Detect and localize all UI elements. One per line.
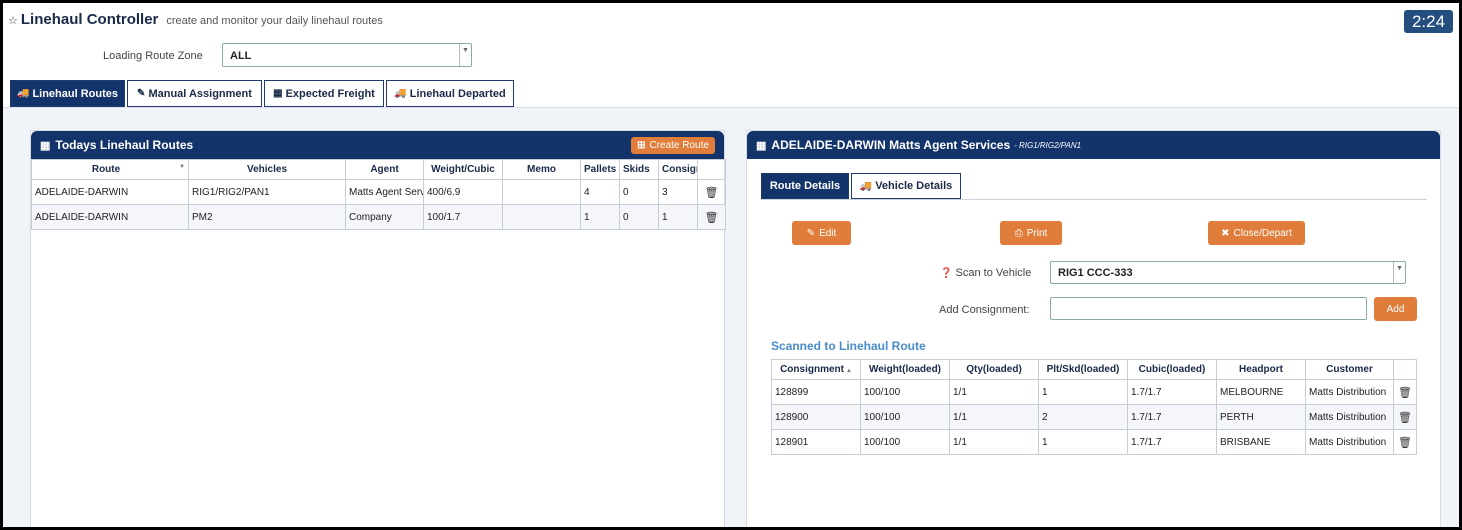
col-pallets[interactable]: Pallets: [580, 159, 620, 180]
table-icon: ▦: [756, 139, 767, 152]
truck-icon: 🚚: [859, 180, 873, 192]
col-route[interactable]: Route ▼: [31, 159, 189, 180]
trash-icon[interactable]: 🗑: [1393, 379, 1417, 405]
page-header: ☆ Linehaul Controller create and monitor…: [8, 11, 383, 28]
detail-panel-subtitle: - RIG1/RIG2/PAN1: [1014, 140, 1082, 150]
scan-vehicle-value: RIG1 CCC-333: [1058, 267, 1133, 279]
col-weight-loaded[interactable]: Weight(loaded): [860, 359, 950, 380]
app-window: ☆ Linehaul Controller create and monitor…: [3, 3, 1459, 527]
routes-panel-title: Todays Linehaul Routes: [55, 138, 194, 152]
col-customer[interactable]: Customer: [1305, 359, 1394, 380]
col-plt-skd-loaded[interactable]: Plt/Skd(loaded): [1038, 359, 1128, 380]
plus-icon: ⊞: [637, 140, 646, 151]
table-row[interactable]: ADELAIDE-DARWIN PM2 Company 100/1.7 1 0 …: [31, 204, 726, 230]
trash-icon[interactable]: 🗑: [697, 179, 726, 205]
col-weight-cubic[interactable]: Weight/Cubic: [423, 159, 503, 180]
zone-select[interactable]: ALL ▼: [222, 43, 472, 67]
tab-linehaul-routes[interactable]: 🚚 Linehaul Routes: [10, 80, 125, 107]
page-subtitle: create and monitor your daily linehaul r…: [166, 15, 383, 27]
truck-icon: 🚚: [394, 88, 407, 99]
tab-vehicle-details[interactable]: 🚚 Vehicle Details: [851, 173, 961, 199]
table-row[interactable]: 128899 100/100 1/1 1 1.7/1.7 MELBOURNE M…: [771, 379, 1417, 405]
tab-linehaul-departed[interactable]: 🚚 Linehaul Departed: [386, 80, 514, 107]
main-tabs: 🚚 Linehaul Routes ✎ Manual Assignment ▦ …: [10, 80, 516, 107]
scanned-section-title: Scanned to Linehaul Route: [771, 339, 926, 353]
sort-icon[interactable]: ▼: [179, 164, 185, 170]
scanned-table: Consignment ▲ Weight(loaded) Qty(loaded) …: [771, 359, 1417, 455]
col-actions: [697, 159, 726, 180]
page-title: Linehaul Controller: [20, 11, 159, 28]
edit-button[interactable]: ✎ Edit: [792, 221, 851, 245]
routes-table: Route ▼ Vehicles Agent Weight/Cubic Memo …: [31, 159, 726, 230]
star-icon[interactable]: ☆: [8, 14, 18, 27]
tab-manual-assignment[interactable]: ✎ Manual Assignment: [127, 80, 262, 107]
tab-divider: [761, 199, 1427, 200]
col-consignments[interactable]: Consignments: [658, 159, 698, 180]
truck-icon: 🚚: [16, 88, 30, 99]
col-actions: [1393, 359, 1417, 380]
col-vehicles[interactable]: Vehicles: [188, 159, 346, 180]
col-memo[interactable]: Memo: [502, 159, 581, 180]
table-row[interactable]: 128901 100/100 1/1 1 1.7/1.7 BRISBANE Ma…: [771, 429, 1417, 455]
col-consignment[interactable]: Consignment ▲: [771, 359, 861, 380]
zone-label: Loading Route Zone: [103, 50, 203, 62]
table-row[interactable]: ADELAIDE-DARWIN RIG1/RIG2/PAN1 Matts Age…: [31, 179, 726, 205]
col-qty-loaded[interactable]: Qty(loaded): [949, 359, 1039, 380]
create-route-button[interactable]: ⊞ Create Route: [631, 137, 715, 154]
edit-icon: ✎: [137, 88, 146, 99]
sort-icon[interactable]: ▲: [846, 368, 852, 374]
calendar-icon: ▦: [273, 88, 283, 99]
routes-panel-header: ▦ Todays Linehaul Routes: [31, 131, 724, 159]
trash-icon[interactable]: 🗑: [1393, 404, 1417, 430]
detail-tabs: Route Details 🚚 Vehicle Details: [761, 173, 963, 199]
work-area: ▦ Todays Linehaul Routes ⊞ Create Route …: [3, 107, 1459, 527]
printer-icon: ⎙: [1014, 227, 1023, 239]
zone-select-value: ALL: [230, 50, 252, 62]
detail-panel-title: ADELAIDE-DARWIN Matts Agent Services: [771, 138, 1011, 152]
scan-label: ❓ Scan to Vehicle: [940, 267, 1032, 279]
col-agent[interactable]: Agent: [345, 159, 424, 180]
col-headport[interactable]: Headport: [1216, 359, 1306, 380]
table-icon: ▦: [40, 139, 51, 152]
top-bar: ☆ Linehaul Controller create and monitor…: [3, 3, 1459, 107]
close-depart-button[interactable]: ✖ Close/Depart: [1208, 221, 1305, 245]
edit-icon: ✎: [806, 227, 816, 239]
clock-badge: 2:24: [1404, 10, 1453, 33]
col-cubic-loaded[interactable]: Cubic(loaded): [1127, 359, 1217, 380]
table-row[interactable]: 128900 100/100 1/1 2 1.7/1.7 PERTH Matts…: [771, 404, 1417, 430]
tab-expected-freight[interactable]: ▦ Expected Freight: [264, 80, 384, 107]
scan-vehicle-select[interactable]: RIG1 CCC-333 ▼: [1050, 261, 1406, 284]
add-consignment-input[interactable]: [1050, 297, 1367, 320]
chevron-down-icon[interactable]: ▼: [459, 44, 471, 66]
detail-panel-header: ▦ ADELAIDE-DARWIN Matts Agent Services -…: [747, 131, 1440, 159]
route-detail-panel: ▦ ADELAIDE-DARWIN Matts Agent Services -…: [746, 130, 1441, 527]
print-button[interactable]: ⎙ Print: [1000, 221, 1062, 245]
add-consignment-label: Add Consignment:: [939, 304, 1030, 316]
add-button[interactable]: Add: [1374, 297, 1417, 321]
trash-icon[interactable]: 🗑: [1393, 429, 1417, 455]
trash-icon[interactable]: 🗑: [697, 204, 726, 230]
col-skids[interactable]: Skids: [619, 159, 659, 180]
chevron-down-icon[interactable]: ▼: [1393, 262, 1405, 283]
help-icon[interactable]: ❓: [940, 268, 952, 279]
routes-panel: ▦ Todays Linehaul Routes ⊞ Create Route …: [30, 130, 726, 527]
close-icon: ✖: [1221, 227, 1230, 239]
tab-route-details[interactable]: Route Details: [761, 173, 849, 199]
